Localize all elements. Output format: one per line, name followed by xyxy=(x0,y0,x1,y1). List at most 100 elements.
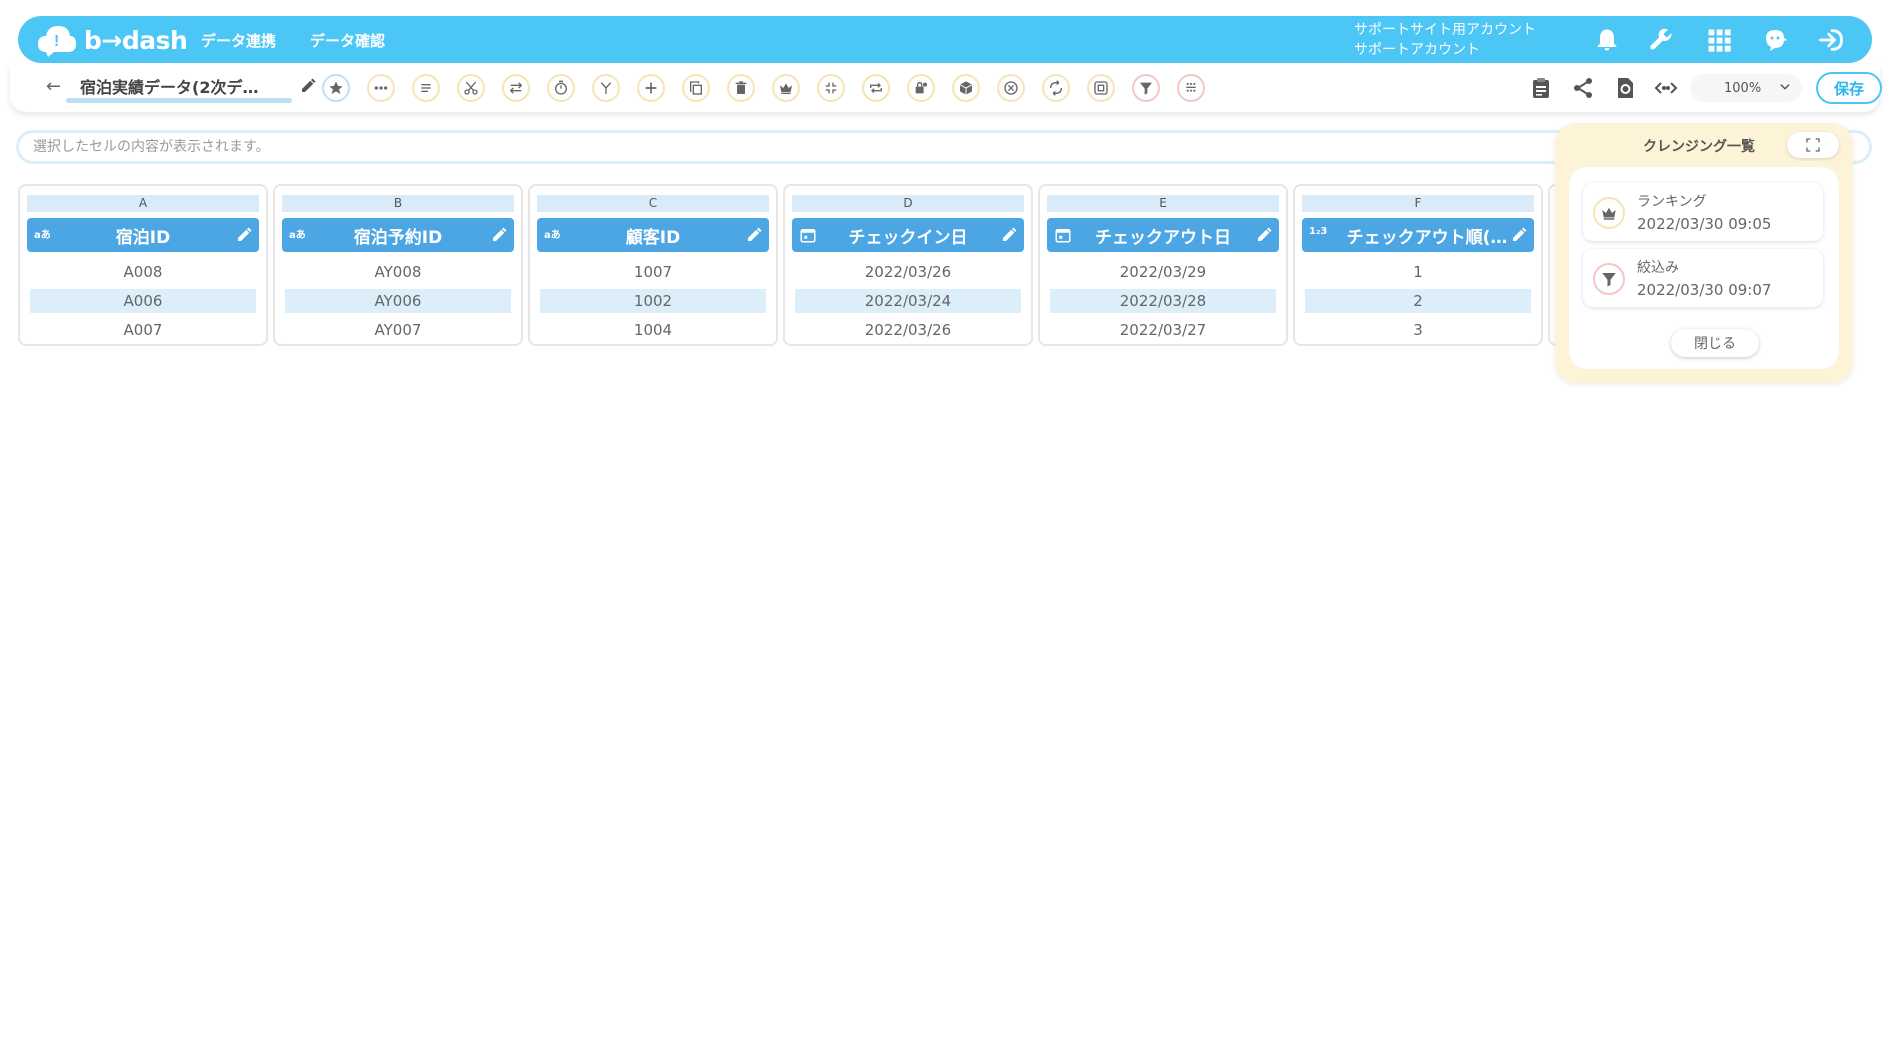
table-cell[interactable]: A006 xyxy=(30,289,256,313)
column-header[interactable]: チェックイン日 xyxy=(792,218,1024,252)
cleansing-item-name: 絞込み xyxy=(1637,260,1679,276)
account-info[interactable]: サポートサイト用アカウント サポートアカウント xyxy=(1354,20,1536,60)
data-title[interactable]: 宿泊実績データ(2次デ… xyxy=(80,74,258,98)
filter-icon[interactable] xyxy=(1132,74,1160,102)
cleansing-item-ranking[interactable]: ランキング 2022/03/30 09:05 xyxy=(1583,183,1823,241)
column-letter[interactable]: D xyxy=(792,195,1024,212)
table-cell[interactable]: 2022/03/28 xyxy=(1050,289,1276,313)
grid-dots-icon[interactable] xyxy=(1177,74,1205,102)
crown-icon[interactable] xyxy=(772,74,800,102)
table-cell[interactable]: 2022/03/26 xyxy=(795,260,1021,284)
edit-column-icon[interactable] xyxy=(235,226,253,244)
favorite-star-icon[interactable] xyxy=(322,74,350,102)
clipboard-icon[interactable] xyxy=(1528,75,1554,101)
chat-character-icon[interactable] xyxy=(1760,25,1790,55)
copy-icon[interactable] xyxy=(682,74,710,102)
share-icon[interactable] xyxy=(1570,75,1596,101)
edit-column-icon[interactable] xyxy=(490,226,508,244)
svg-text:!: ! xyxy=(54,33,59,50)
close-button[interactable]: 閉じる xyxy=(1671,329,1759,357)
column-header[interactable]: aあ 顧客ID xyxy=(537,218,769,252)
nav-data-check[interactable]: データ確認 xyxy=(310,30,385,51)
data-column-b[interactable]: B aあ 宿泊予約ID AY008 AY006 AY007 xyxy=(273,184,523,346)
calendar-icon xyxy=(1054,226,1072,247)
cancel-circle-icon[interactable] xyxy=(997,74,1025,102)
column-letter[interactable]: F xyxy=(1302,195,1534,212)
text-type-icon: aあ xyxy=(289,230,306,241)
table-cell[interactable]: 1002 xyxy=(540,289,766,313)
table-cell[interactable]: 2022/03/24 xyxy=(795,289,1021,313)
repeat-icon[interactable] xyxy=(862,74,890,102)
zoom-value: 100% xyxy=(1724,80,1762,96)
lock-key-icon[interactable] xyxy=(907,74,935,102)
data-column-e[interactable]: E チェックアウト日 2022/03/29 2022/03/28 2022/03… xyxy=(1038,184,1288,346)
trash-icon[interactable] xyxy=(727,74,755,102)
chevron-down-icon xyxy=(1780,84,1790,90)
calendar-icon xyxy=(799,226,817,247)
title-underline xyxy=(66,98,292,103)
column-header[interactable]: チェックアウト日 xyxy=(1047,218,1279,252)
toolbar: ← 宿泊実績データ(2次デ… 100% 保存 xyxy=(10,64,1882,112)
add-icon[interactable] xyxy=(637,74,665,102)
table-cell[interactable]: 1 xyxy=(1305,260,1531,284)
compress-icon[interactable] xyxy=(817,74,845,102)
replace-icon[interactable] xyxy=(1042,74,1070,102)
apps-grid-icon[interactable] xyxy=(1704,25,1734,55)
target-square-icon[interactable] xyxy=(1087,74,1115,102)
column-header[interactable]: aあ 宿泊ID xyxy=(27,218,259,252)
table-cell[interactable]: AY008 xyxy=(285,260,511,284)
column-header[interactable]: aあ 宿泊予約ID xyxy=(282,218,514,252)
nav-data-integration[interactable]: データ連携 xyxy=(201,30,276,51)
transform-arrows-icon[interactable] xyxy=(502,74,530,102)
logo-cloud-icon: ! xyxy=(38,26,76,57)
data-column-c[interactable]: C aあ 顧客ID 1007 1002 1004 xyxy=(528,184,778,346)
expand-button[interactable] xyxy=(1787,132,1839,158)
table-cell[interactable]: 2022/03/27 xyxy=(1050,318,1276,342)
table-cell[interactable]: AY006 xyxy=(285,289,511,313)
table-cell[interactable]: 2 xyxy=(1305,289,1531,313)
edit-column-icon[interactable] xyxy=(1000,226,1018,244)
table-cell[interactable]: A007 xyxy=(30,318,256,342)
panel-body: ランキング 2022/03/30 09:05 絞込み 2022/03/30 09… xyxy=(1569,167,1839,369)
logout-icon[interactable] xyxy=(1816,25,1846,55)
back-arrow-icon[interactable]: ← xyxy=(46,76,61,97)
zoom-select[interactable]: 100% xyxy=(1690,74,1802,102)
cleansing-item-date: 2022/03/30 09:07 xyxy=(1637,281,1772,299)
top-bar: ! b→dash データ連携 データ確認 サポートサイト用アカウント サポートア… xyxy=(18,16,1872,63)
table-cell[interactable]: 3 xyxy=(1305,318,1531,342)
text-lines-icon[interactable] xyxy=(412,74,440,102)
table-cell[interactable]: 1007 xyxy=(540,260,766,284)
data-column-f[interactable]: F 1₂3 チェックアウト順(… 1 2 3 xyxy=(1293,184,1543,346)
merge-icon[interactable] xyxy=(592,74,620,102)
table-cell[interactable]: 2022/03/26 xyxy=(795,318,1021,342)
package-icon[interactable] xyxy=(952,74,980,102)
scissors-icon[interactable] xyxy=(457,74,485,102)
edit-column-icon[interactable] xyxy=(1255,226,1273,244)
data-column-a[interactable]: A aあ 宿泊ID A008 A006 A007 xyxy=(18,184,268,346)
save-button[interactable]: 保存 xyxy=(1816,72,1882,104)
text-type-icon: aあ xyxy=(34,230,51,241)
app-logo[interactable]: ! b→dash xyxy=(36,22,188,58)
column-header[interactable]: 1₂3 チェックアウト順(… xyxy=(1302,218,1534,252)
code-icon[interactable] xyxy=(1653,75,1679,101)
column-letter[interactable]: E xyxy=(1047,195,1279,212)
edit-column-icon[interactable] xyxy=(745,226,763,244)
bell-icon[interactable] xyxy=(1592,25,1622,55)
more-dots-icon[interactable] xyxy=(367,74,395,102)
timer-icon[interactable] xyxy=(547,74,575,102)
table-cell[interactable]: 1004 xyxy=(540,318,766,342)
refresh-document-icon[interactable] xyxy=(1612,75,1638,101)
column-letter[interactable]: C xyxy=(537,195,769,212)
edit-column-icon[interactable] xyxy=(1510,226,1528,244)
cell-content-input[interactable] xyxy=(19,133,1519,161)
wrench-icon[interactable] xyxy=(1646,25,1676,55)
data-column-d[interactable]: D チェックイン日 2022/03/26 2022/03/24 2022/03/… xyxy=(783,184,1033,346)
column-letter[interactable]: B xyxy=(282,195,514,212)
table-cell[interactable]: 2022/03/29 xyxy=(1050,260,1276,284)
column-letter[interactable]: A xyxy=(27,195,259,212)
cleansing-item-filter[interactable]: 絞込み 2022/03/30 09:07 xyxy=(1583,249,1823,307)
table-cell[interactable]: AY007 xyxy=(285,318,511,342)
edit-title-pencil-icon[interactable] xyxy=(299,77,317,95)
table-cell[interactable]: A008 xyxy=(30,260,256,284)
cleansing-list-panel: クレンジング一覧 ランキング 2022/03/30 09:05 絞込み 2022… xyxy=(1555,123,1853,383)
